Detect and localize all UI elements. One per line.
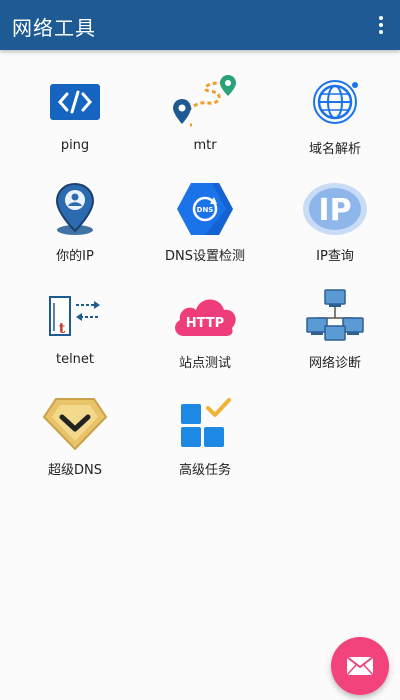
tool-ping[interactable]: ping [10, 72, 140, 179]
route-icon [170, 72, 240, 132]
tool-telnet[interactable]: t telnet [10, 286, 140, 393]
tool-label: DNS设置检测 [165, 249, 245, 264]
telnet-icon: t [40, 286, 110, 346]
code-icon [40, 72, 110, 132]
globe-icon [300, 72, 370, 132]
tool-label: 高级任务 [178, 463, 231, 478]
tool-label: 你的IP [56, 249, 94, 264]
chevron-badge-icon [40, 393, 110, 453]
mail-icon [346, 656, 374, 676]
tool-label: ping [60, 138, 90, 153]
svg-text:DNS: DNS [197, 206, 214, 214]
tool-label: 网络诊断 [308, 356, 361, 371]
dns-refresh-icon: DNS [170, 179, 240, 239]
tool-dns-check[interactable]: DNS DNS设置检测 [140, 179, 270, 286]
tool-label: 超级DNS [48, 463, 102, 478]
network-computers-icon [300, 286, 370, 346]
tool-mtr[interactable]: mtr [140, 72, 270, 179]
app-bar: 网络工具 [0, 0, 400, 50]
tool-super-dns[interactable]: 超级DNS [10, 393, 140, 500]
location-pin-icon [40, 179, 110, 239]
tool-grid: ping mtr 域名解析 你的IP DNS DNS设置检测 IP IP查询 t… [0, 72, 400, 500]
tool-network-diagnosis[interactable]: 网络诊断 [270, 286, 400, 393]
svg-text:t: t [59, 321, 66, 337]
tool-dns-lookup[interactable]: 域名解析 [270, 72, 400, 179]
tool-advanced-tasks[interactable]: 高级任务 [140, 393, 270, 500]
svg-text:IP: IP [318, 193, 351, 228]
task-grid-icon [170, 393, 240, 453]
tool-label: telnet [55, 352, 95, 367]
http-cloud-icon: HTTP [170, 286, 240, 346]
tool-label: IP查询 [316, 249, 354, 264]
tool-label: 站点测试 [178, 356, 231, 371]
ip-badge-icon: IP [300, 179, 370, 239]
tool-ip-query[interactable]: IP IP查询 [270, 179, 400, 286]
page-title: 网络工具 [12, 16, 96, 40]
more-vert-icon[interactable] [368, 10, 394, 40]
mail-fab-button[interactable] [331, 637, 389, 695]
tool-label: mtr [193, 138, 217, 153]
tool-label: 域名解析 [308, 142, 361, 157]
svg-text:HTTP: HTTP [186, 316, 224, 331]
tool-site-test[interactable]: HTTP 站点测试 [140, 286, 270, 393]
tool-your-ip[interactable]: 你的IP [10, 179, 140, 286]
